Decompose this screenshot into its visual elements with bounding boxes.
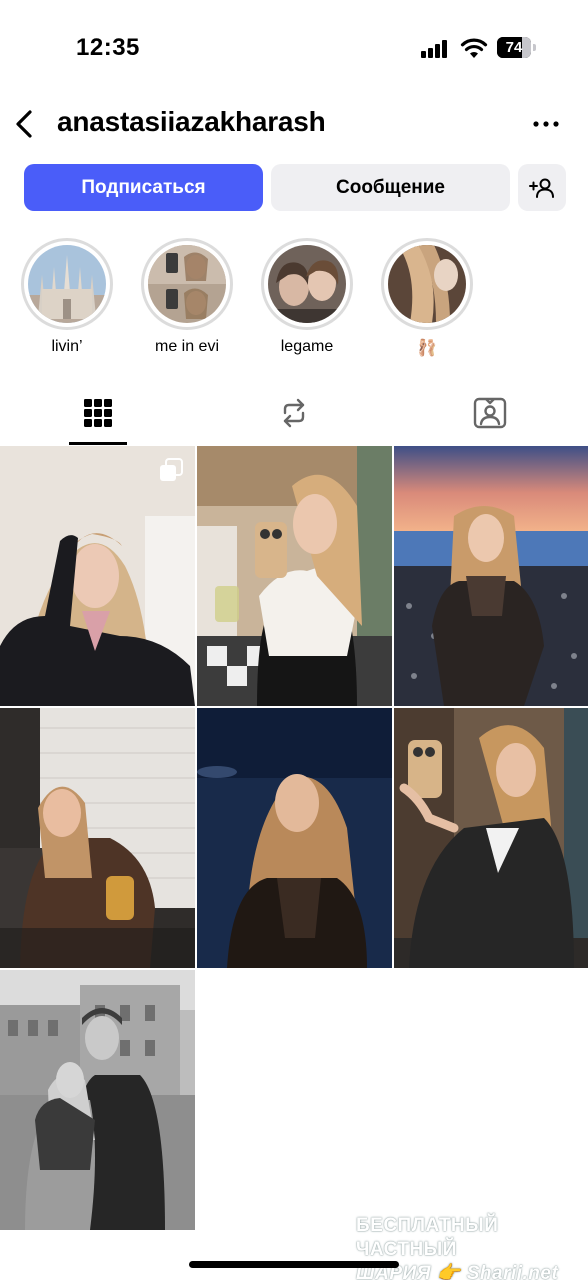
suggested-users-button[interactable] xyxy=(518,164,566,211)
multiple-photos-icon xyxy=(160,458,183,481)
post-thumbnail[interactable] xyxy=(394,446,588,706)
tab-posts-grid[interactable] xyxy=(0,382,196,444)
grid-icon xyxy=(84,399,112,427)
follow-button[interactable]: Подписаться xyxy=(24,164,263,211)
highlight-label: me in evi xyxy=(154,338,220,355)
profile-tabs xyxy=(0,382,588,446)
profile-actions: Подписаться Сообщение xyxy=(24,164,566,211)
post-thumbnail[interactable] xyxy=(0,446,195,706)
wifi-icon xyxy=(460,37,488,59)
more-dots-icon xyxy=(533,121,559,127)
post-thumbnail[interactable] xyxy=(197,708,392,968)
highlight-cover-selfies xyxy=(148,245,226,323)
profile-username: anastasiiazakharash xyxy=(57,106,326,137)
battery-icon: 74 xyxy=(497,37,537,59)
highlight-cover-cathedral xyxy=(28,245,106,323)
post-thumbnail[interactable] xyxy=(394,708,588,968)
watermark-line1: БЕСПЛАТНЫЙ ЧАСТНЫЙ xyxy=(356,1215,499,1260)
post-thumbnail[interactable] xyxy=(0,970,195,1230)
highlight-item[interactable]: me in evi xyxy=(137,238,237,356)
message-button[interactable]: Сообщение xyxy=(271,164,510,211)
story-highlights: livin’ me in evi legame 🩰 xyxy=(0,238,588,368)
battery-percent: 74 xyxy=(505,39,523,56)
post-thumbnail[interactable] xyxy=(197,446,392,706)
chevron-left-icon xyxy=(16,110,32,138)
more-options-button[interactable] xyxy=(526,106,566,142)
highlight-item[interactable]: livin’ xyxy=(17,238,117,356)
status-time: 12:35 xyxy=(76,34,140,61)
highlight-label: legame xyxy=(280,338,334,355)
profile-header: anastasiiazakharash xyxy=(0,96,588,152)
repost-icon xyxy=(283,398,305,428)
active-tab-indicator xyxy=(69,442,127,445)
highlight-label: livin’ xyxy=(51,338,83,355)
highlight-label: 🩰 xyxy=(417,340,437,357)
highlight-item[interactable]: 🩰 xyxy=(377,238,477,358)
tab-tagged[interactable] xyxy=(392,382,588,444)
tab-reposts[interactable] xyxy=(196,382,392,444)
add-user-icon xyxy=(529,178,554,198)
cellular-signal-icon xyxy=(421,40,451,58)
status-bar: 12:35 74 xyxy=(0,0,588,96)
highlight-item[interactable]: legame xyxy=(257,238,357,356)
highlight-cover-hair xyxy=(388,245,466,323)
back-button[interactable] xyxy=(8,104,40,144)
post-thumbnail[interactable] xyxy=(0,708,195,968)
watermark: БЕСПЛАТНЫЙ ЧАСТНЫЙ ШАРИЯ 👉 Sharij.net xyxy=(356,1214,578,1280)
highlight-cover-friends xyxy=(268,245,346,323)
home-indicator[interactable] xyxy=(189,1261,399,1268)
tagged-person-icon xyxy=(473,397,507,429)
